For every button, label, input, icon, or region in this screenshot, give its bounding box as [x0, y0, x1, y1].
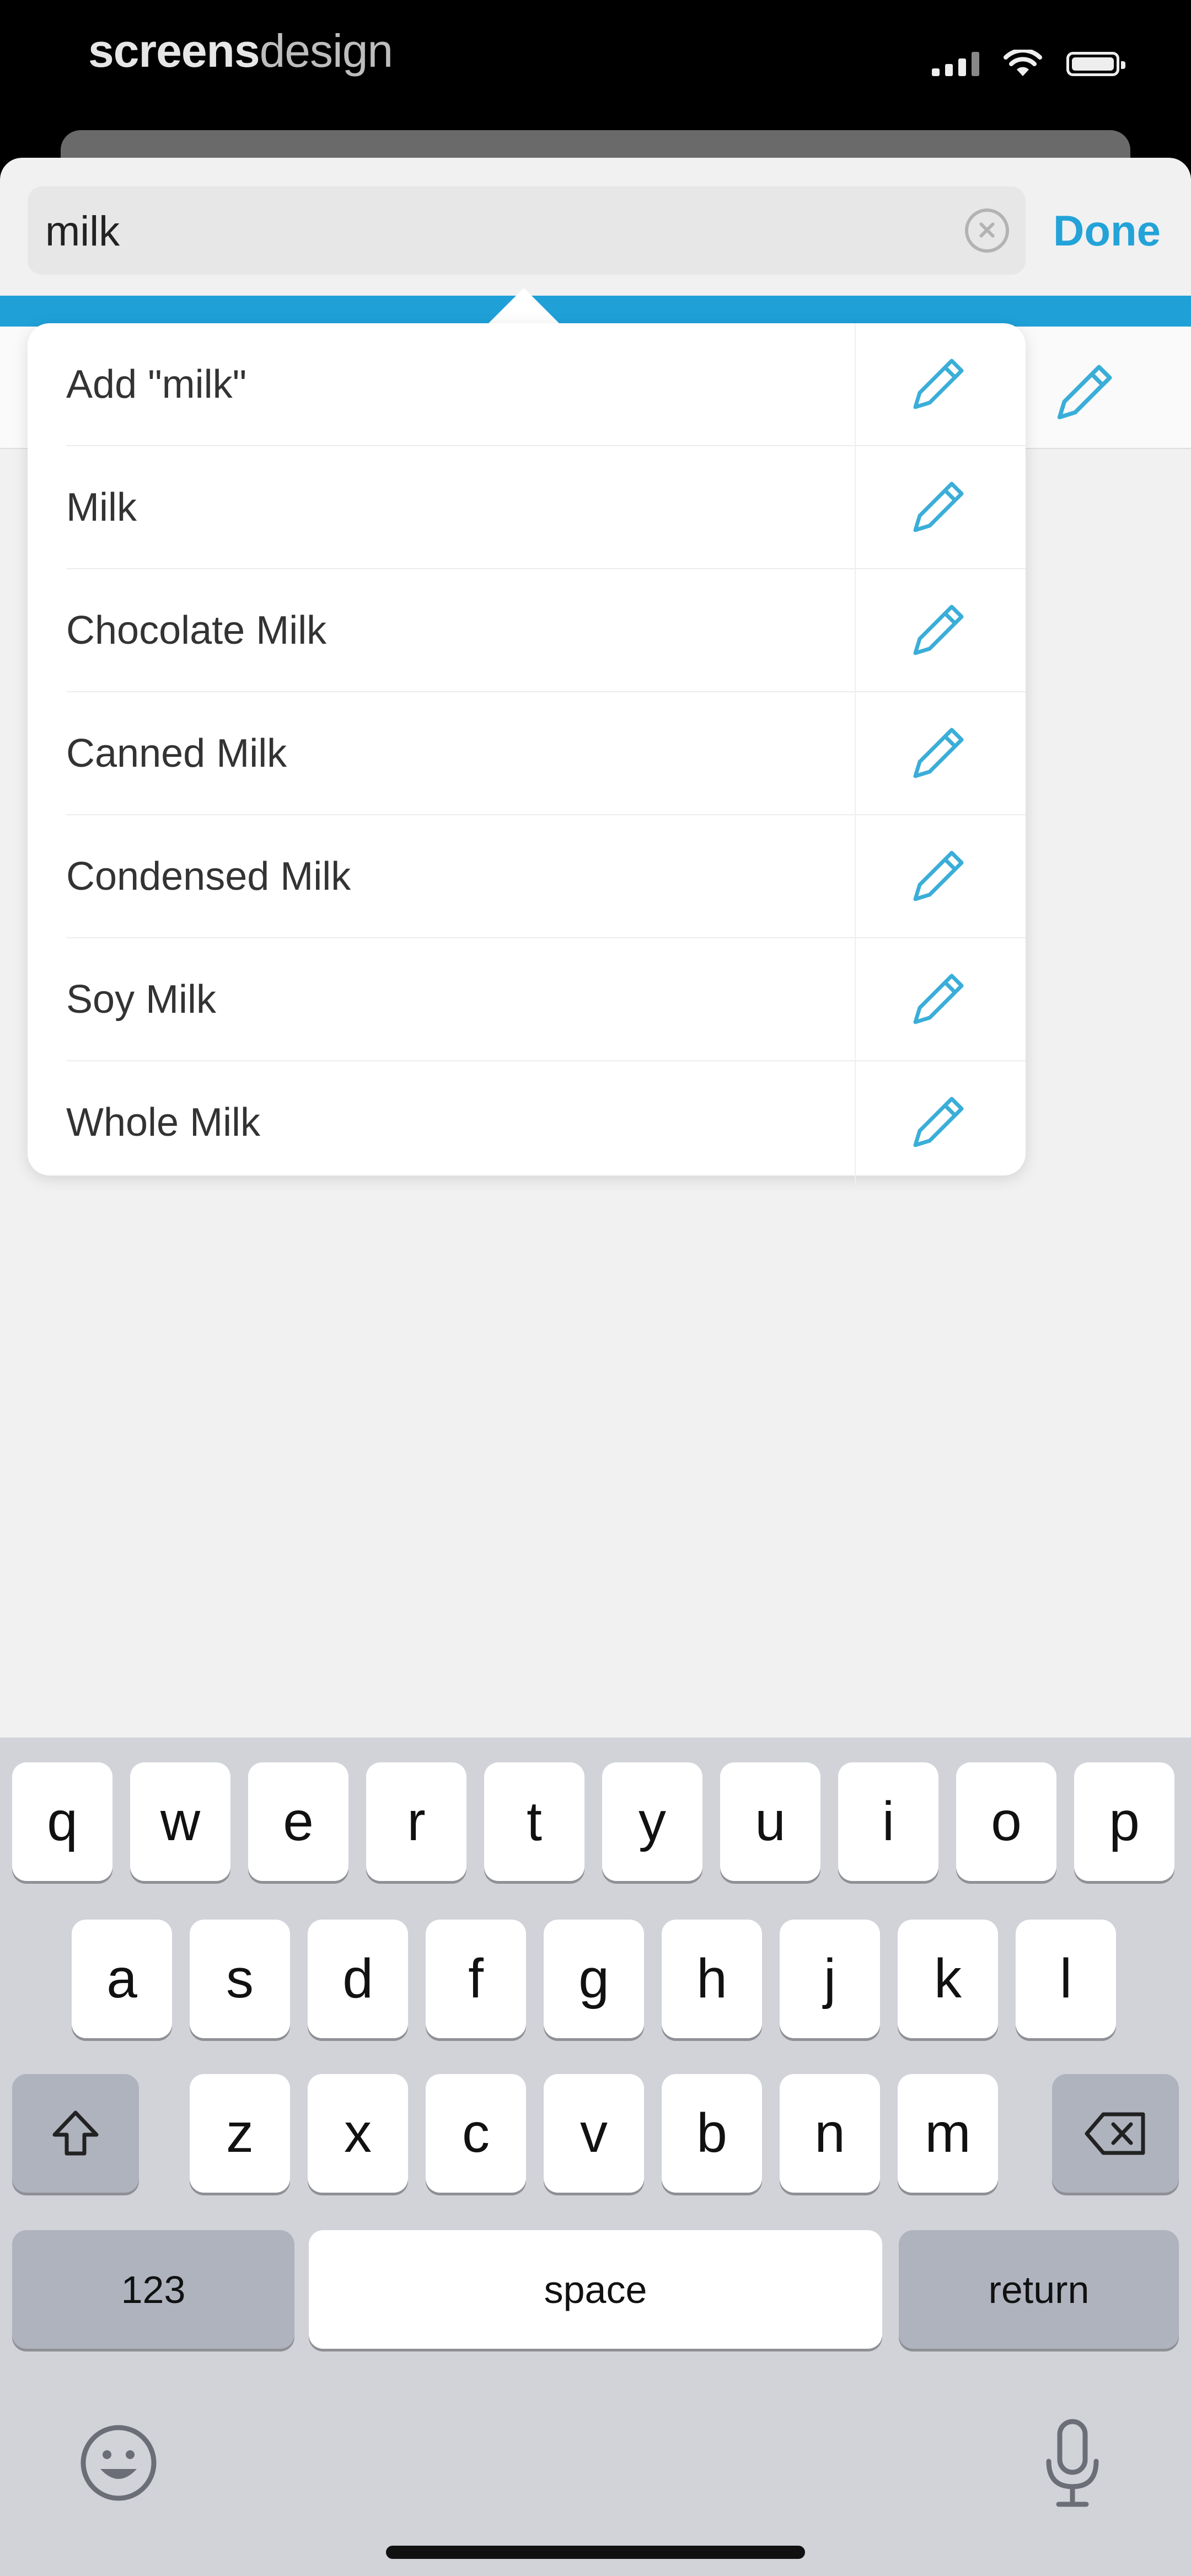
brand-bold-text: screens	[88, 25, 260, 77]
suggestion-item[interactable]: Canned Milk	[28, 692, 1026, 815]
delete-key[interactable]	[1052, 2074, 1179, 2193]
key-v[interactable]: v	[544, 2074, 644, 2193]
key-h[interactable]: h	[662, 1920, 762, 2038]
key-q[interactable]: q	[12, 1762, 112, 1881]
key-b[interactable]: b	[662, 2074, 762, 2193]
suggestion-label: Condensed Milk	[66, 854, 351, 899]
pencil-icon	[1057, 365, 1112, 420]
return-key[interactable]: return	[899, 2230, 1179, 2349]
key-x[interactable]: x	[308, 2074, 408, 2193]
pencil-icon[interactable]	[904, 598, 970, 664]
brand-watermark: screensdesign	[88, 24, 393, 78]
suggestion-item[interactable]: Soy Milk	[28, 938, 1026, 1061]
pencil-icon[interactable]	[904, 352, 970, 418]
suggestion-label: Soy Milk	[66, 977, 217, 1022]
shift-key[interactable]	[12, 2074, 139, 2193]
done-button[interactable]: Done	[1053, 186, 1161, 275]
key-n[interactable]: n	[780, 2074, 880, 2193]
space-key[interactable]: space	[309, 2230, 882, 2349]
search-field[interactable]	[28, 186, 1026, 276]
key-m[interactable]: m	[898, 2074, 998, 2193]
search-input[interactable]	[44, 186, 929, 276]
suggestion-item[interactable]: Add "milk"	[28, 323, 1026, 446]
key-o[interactable]: o	[956, 1762, 1056, 1881]
emoji-face-icon[interactable]	[77, 2422, 160, 2504]
key-u[interactable]: u	[720, 1762, 820, 1881]
item-entry-sheet: Done Add "milk" Milk Chocolate Milk	[0, 158, 1191, 1746]
status-bar: screensdesign	[0, 0, 1191, 132]
wifi-icon	[1004, 50, 1042, 76]
key-j[interactable]: j	[780, 1920, 880, 2038]
suggestion-item[interactable]: Condensed Milk	[28, 815, 1026, 938]
key-f[interactable]: f	[426, 1920, 526, 2038]
suggestions-popover: Add "milk" Milk Chocolate Milk Canned Mi…	[28, 323, 1026, 1184]
list-header-band	[0, 296, 1191, 327]
cellular-signal-icon	[932, 52, 979, 76]
home-indicator[interactable]	[386, 2546, 805, 2559]
keyboard: q w e r t y u i o p a s d f g h j k l z …	[0, 1738, 1191, 2576]
key-y[interactable]: y	[602, 1762, 702, 1881]
pencil-icon[interactable]	[904, 1090, 970, 1156]
key-z[interactable]: z	[190, 2074, 290, 2193]
key-k[interactable]: k	[898, 1920, 998, 2038]
pencil-icon[interactable]	[904, 844, 970, 910]
shift-arrow-icon	[52, 2110, 99, 2155]
suggestion-item[interactable]: Milk	[28, 446, 1026, 569]
key-s[interactable]: s	[190, 1920, 290, 2038]
suggestion-label: Chocolate Milk	[66, 608, 327, 653]
status-icons	[932, 50, 1125, 78]
suggestion-item[interactable]: Whole Milk	[28, 1061, 1026, 1184]
popover-arrow	[485, 288, 562, 327]
pencil-icon[interactable]	[904, 721, 970, 787]
microphone-icon[interactable]	[1037, 2416, 1108, 2510]
key-t[interactable]: t	[484, 1762, 584, 1881]
suggestion-label: Whole Milk	[66, 1100, 261, 1145]
key-a[interactable]: a	[72, 1920, 172, 2038]
backspace-icon	[1085, 2112, 1145, 2155]
key-r[interactable]: r	[366, 1762, 466, 1881]
key-d[interactable]: d	[308, 1920, 408, 2038]
search-row: Done	[28, 186, 1163, 276]
key-p[interactable]: p	[1074, 1762, 1174, 1881]
key-w[interactable]: w	[130, 1762, 230, 1881]
brand-light-text: design	[259, 25, 394, 77]
suggestion-item[interactable]: Chocolate Milk	[28, 569, 1026, 692]
key-g[interactable]: g	[544, 1920, 644, 2038]
clear-circle-icon[interactable]	[965, 209, 1009, 253]
battery-icon	[1066, 52, 1125, 76]
key-e[interactable]: e	[248, 1762, 348, 1881]
suggestion-label: Canned Milk	[66, 731, 287, 776]
pencil-icon[interactable]	[904, 967, 970, 1033]
key-l[interactable]: l	[1016, 1920, 1116, 2038]
key-c[interactable]: c	[426, 2074, 526, 2193]
pencil-icon[interactable]	[904, 475, 970, 541]
numbers-key[interactable]: 123	[12, 2230, 294, 2349]
key-i[interactable]: i	[838, 1762, 938, 1881]
suggestion-label: Milk	[66, 485, 137, 530]
suggestion-label: Add "milk"	[66, 362, 247, 407]
